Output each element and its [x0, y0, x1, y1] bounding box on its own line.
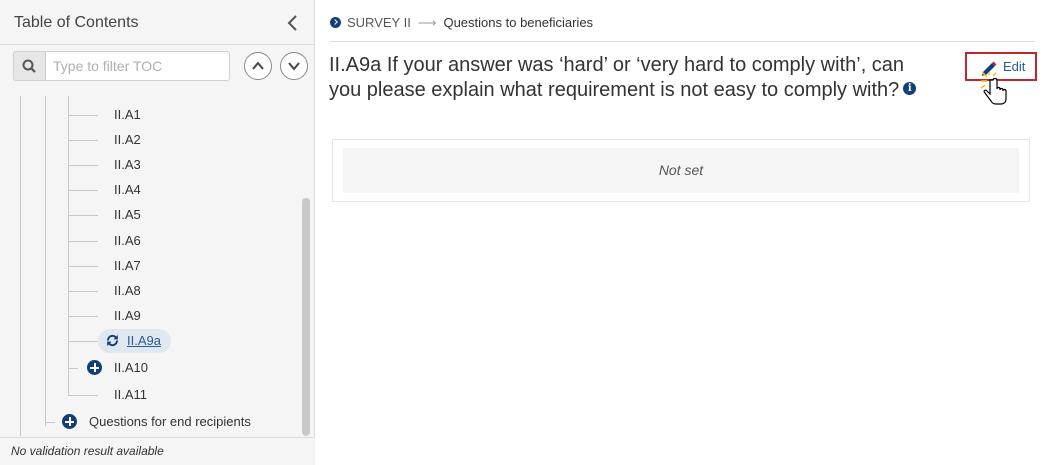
answer-box: Not set — [332, 139, 1030, 202]
tree-branch-line — [68, 140, 98, 141]
tree-branch-line — [68, 266, 98, 267]
tree-branch-line — [68, 115, 98, 116]
filter-search-button[interactable] — [13, 51, 45, 81]
tree-branch-line — [68, 215, 98, 216]
toc-item-ii-a8[interactable]: II.A8 — [114, 279, 141, 303]
header-divider — [330, 41, 1035, 42]
question-title: II.A9a If your answer was ‘hard’ or ‘ver… — [329, 53, 929, 103]
expand-plus-icon[interactable] — [62, 414, 77, 430]
toc-header: Table of Contents — [0, 0, 315, 45]
question-text: II.A9a If your answer was ‘hard’ or ‘ver… — [329, 54, 905, 101]
toc-item-ii-a1[interactable]: II.A1 — [114, 103, 141, 127]
toc-next-button[interactable] — [280, 52, 308, 80]
chevron-circle-right-icon — [330, 17, 341, 29]
toc-title: Table of Contents — [14, 14, 139, 31]
toc-item-ii-a11[interactable]: II.A11 — [114, 383, 147, 407]
hand-pointer-cursor-icon — [981, 72, 1007, 105]
answer-value: Not set — [343, 148, 1019, 193]
chevron-left-icon — [287, 15, 297, 31]
toc-filter-input[interactable] — [45, 51, 230, 81]
chevron-up-icon — [252, 61, 264, 70]
tree-branch-line — [68, 291, 98, 292]
toc-item-ii-a10[interactable]: II.A10 — [87, 356, 148, 380]
search-icon — [22, 59, 36, 73]
expand-plus-icon[interactable] — [87, 360, 102, 376]
collapse-sidebar-button[interactable] — [284, 12, 302, 34]
breadcrumb-section[interactable]: SURVEY II — [347, 15, 411, 30]
app-window: Table of Contents Type to filter TOC II.… — [0, 0, 1050, 465]
arrow-right-icon: ⟶ — [417, 15, 437, 30]
tree-branch-line — [68, 165, 98, 166]
toc-previous-button[interactable] — [244, 52, 272, 80]
toc-item-ii-a5[interactable]: II.A5 — [114, 203, 141, 227]
tree-branch-line — [68, 190, 98, 191]
breadcrumb-current: Questions to beneficiaries — [443, 15, 594, 30]
toc-sidebar: Table of Contents Type to filter TOC II.… — [0, 0, 315, 465]
tree-branch-line — [68, 395, 98, 396]
main-content: SURVEY II ⟶ Questions to beneficiaries II.… — [315, 0, 1050, 465]
tree-branch-line — [45, 422, 55, 423]
toc-item-ii-a2[interactable]: II.A2 — [114, 128, 141, 152]
tree-guide-line — [68, 96, 69, 396]
toc-item-ii-a4[interactable]: II.A4 — [114, 178, 141, 202]
toc-scrollbar[interactable] — [302, 198, 310, 436]
breadcrumb: SURVEY II ⟶ Questions to beneficiaries — [330, 14, 593, 32]
tree-branch-line — [68, 368, 78, 369]
toc-item-ii-a9[interactable]: II.A9 — [114, 304, 141, 328]
tree-branch-line — [68, 316, 98, 317]
validation-status: No validation result available — [0, 437, 315, 465]
info-icon[interactable]: i — [903, 82, 917, 96]
toc-item-questions-for-end-recipients[interactable]: Questions for end recipients — [62, 410, 251, 434]
toc-item-ii-a9a[interactable]: II.A9a — [98, 329, 171, 353]
tree-guide-line — [45, 96, 46, 426]
toc-item-ii-a6[interactable]: II.A6 — [114, 229, 141, 253]
toc-tree: II.A1 II.A2 II.A3 II.A4 II.A5 II.A6 II.A… — [0, 96, 300, 436]
tree-branch-line — [68, 241, 98, 242]
tree-branch-line — [68, 341, 98, 342]
toc-item-ii-a7[interactable]: II.A7 — [114, 254, 141, 278]
refresh-icon — [107, 334, 118, 347]
chevron-down-icon — [288, 62, 300, 71]
toc-item-ii-a3[interactable]: II.A3 — [114, 153, 141, 177]
tree-guide-line — [20, 96, 21, 436]
